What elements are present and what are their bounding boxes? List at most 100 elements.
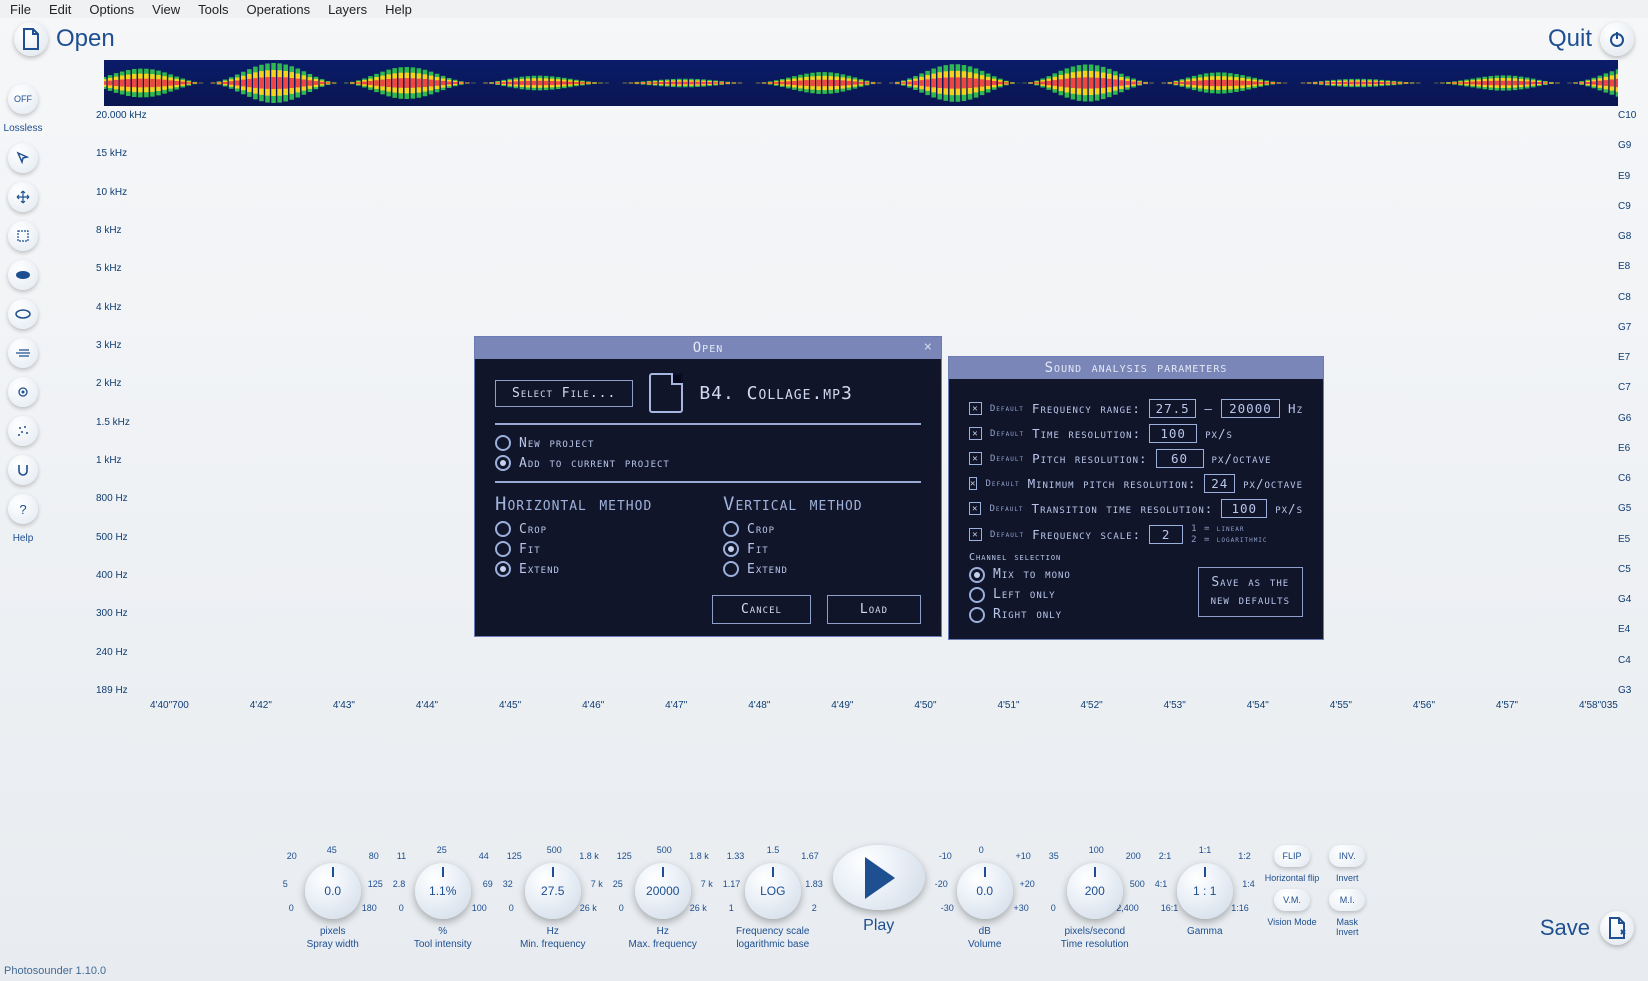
knob2-0[interactable]: -100+10 -20+20 -30+30 0.0 dBVolume <box>935 845 1035 951</box>
note-tick: G4 <box>1618 594 1646 605</box>
knob-1[interactable]: 112544 2.869 0100 1.1% %Tool intensity <box>393 845 493 951</box>
menubar[interactable]: File Edit Options View Tools Operations … <box>0 0 1648 18</box>
magnet-tool[interactable] <box>8 455 38 485</box>
gear-tool[interactable] <box>8 377 38 407</box>
close-icon[interactable]: × <box>924 339 933 355</box>
freq-scale-input[interactable]: 2 <box>1149 525 1183 544</box>
menu-options[interactable]: Options <box>89 2 134 17</box>
inv-button[interactable]: INV. <box>1329 845 1365 867</box>
note-tick: G6 <box>1618 413 1646 424</box>
horizontal-header: Horizontal method <box>495 493 693 515</box>
selected-filename: B4. Collage.mp3 <box>699 383 852 404</box>
quit-button[interactable]: Quit <box>1548 22 1634 56</box>
flip-button[interactable]: FLIP <box>1274 845 1310 867</box>
menu-operations[interactable]: Operations <box>246 2 310 17</box>
select-file-button[interactable]: Select File... <box>495 380 633 407</box>
unit-label: px/octave <box>1243 476 1303 491</box>
menu-file[interactable]: File <box>10 2 31 17</box>
harmonics-tool[interactable] <box>8 338 38 368</box>
default-check[interactable] <box>969 502 981 515</box>
note-tick: E6 <box>1618 443 1646 454</box>
time-tick: 4'54" <box>1247 700 1269 716</box>
knob-dial[interactable]: LOG <box>745 863 801 919</box>
inv-controls: INV.InvertM.I.MaskInvert <box>1329 845 1365 937</box>
v-crop[interactable]: Crop <box>723 521 921 537</box>
knob-dial[interactable]: 27.5 <box>525 863 581 919</box>
h-fit[interactable]: Fit <box>495 541 693 557</box>
menu-tools[interactable]: Tools <box>198 2 228 17</box>
knob-4[interactable]: 1.331.51.67 1.171.83 12 LOG Frequency sc… <box>723 845 823 951</box>
save-icon <box>1600 911 1634 945</box>
note-tick: G5 <box>1618 503 1646 514</box>
default-check[interactable] <box>969 477 977 490</box>
knob-2[interactable]: 1255001.8 k 327 k 026 k 27.5 HzMin. freq… <box>503 845 603 951</box>
time-tick: 4'42" <box>250 700 272 716</box>
noise-tool[interactable] <box>8 416 38 446</box>
pointer-tool[interactable] <box>8 143 38 173</box>
radio-new-project[interactable]: New project <box>495 435 921 451</box>
lossless-toggle[interactable]: OFF <box>8 84 38 114</box>
chan-mix[interactable]: Mix to mono <box>969 567 1198 583</box>
default-check[interactable] <box>969 402 982 415</box>
unit-label: px/octave <box>1212 451 1272 466</box>
load-button[interactable]: Load <box>827 595 921 624</box>
knob-label: HzMin. frequency <box>520 925 586 951</box>
cancel-button[interactable]: Cancel <box>712 595 811 624</box>
default-label: Default <box>990 454 1024 464</box>
mi-button[interactable]: M.I. <box>1329 889 1365 911</box>
waveform-overview[interactable] <box>104 60 1618 106</box>
knob-dial[interactable]: 1 : 1 <box>1177 863 1233 919</box>
h-extend[interactable]: Extend <box>495 561 693 577</box>
params-title[interactable]: Sound analysis parameters <box>949 357 1323 379</box>
menu-view[interactable]: View <box>152 2 180 17</box>
chan-right[interactable]: Right only <box>969 607 1198 623</box>
pitch-res-input[interactable]: 60 <box>1156 449 1204 468</box>
note-tick: E9 <box>1618 171 1646 182</box>
min-pitch-input[interactable]: 24 <box>1204 474 1235 493</box>
freq-max-input[interactable]: 20000 <box>1221 399 1280 418</box>
h-crop[interactable]: Crop <box>495 521 693 537</box>
default-check[interactable] <box>969 528 982 541</box>
spray-tool[interactable] <box>8 260 38 290</box>
chan-left[interactable]: Left only <box>969 587 1198 603</box>
save-defaults-button[interactable]: Save as thenew defaults <box>1198 567 1303 617</box>
knob-3[interactable]: 1255001.8 k 257 k 026 k 20000 HzMax. fre… <box>613 845 713 951</box>
time-tick: 4'43" <box>333 700 355 716</box>
open-dialog-title[interactable]: Open × <box>475 337 941 359</box>
knob-dial[interactable]: 0.0 <box>957 863 1013 919</box>
menu-help[interactable]: Help <box>385 2 412 17</box>
v-extend[interactable]: Extend <box>723 561 921 577</box>
select-tool[interactable] <box>8 221 38 251</box>
time-tick: 4'58"035 <box>1579 700 1618 716</box>
vm-button[interactable]: V.M. <box>1274 889 1310 911</box>
freq-tick: 3 kHz <box>96 340 152 351</box>
save-button[interactable]: Save <box>1540 911 1634 945</box>
knob-dial[interactable]: 0.0 <box>305 863 361 919</box>
vertical-header: Vertical method <box>723 493 921 515</box>
v-fit[interactable]: Fit <box>723 541 921 557</box>
knob-dial[interactable]: 1.1% <box>415 863 471 919</box>
knob-0[interactable]: 204580 5125 0180 0.0 pixelsSpray width <box>283 845 383 951</box>
trans-res-input[interactable]: 100 <box>1221 499 1267 518</box>
knob-dial[interactable]: 20000 <box>635 863 691 919</box>
move-tool[interactable] <box>8 182 38 212</box>
freq-min-input[interactable]: 27.5 <box>1149 399 1196 418</box>
note-tick: E4 <box>1618 624 1646 635</box>
knob-dial[interactable]: 200 <box>1067 863 1123 919</box>
radio-add-to-project[interactable]: Add to current project <box>495 455 921 471</box>
play-button[interactable]: Play <box>833 845 925 937</box>
radio-label: New project <box>519 436 594 451</box>
time-res-input[interactable]: 100 <box>1149 424 1197 443</box>
menu-edit[interactable]: Edit <box>49 2 71 17</box>
open-button[interactable]: Open <box>14 22 115 56</box>
default-check[interactable] <box>969 427 982 440</box>
menu-layers[interactable]: Layers <box>328 2 367 17</box>
lossless-label: Lossless <box>4 123 43 134</box>
brush-tool[interactable] <box>8 299 38 329</box>
knob2-1[interactable]: 35100200 500 02,400 200 pixels/secondTim… <box>1045 845 1145 951</box>
time-tick: 4'53" <box>1164 700 1186 716</box>
knob2-2[interactable]: 2:11:11:2 4:11:4 16:11:16 1 : 1 Gamma <box>1155 845 1255 938</box>
default-label: Default <box>990 530 1024 540</box>
help-tool[interactable]: ? <box>8 494 38 524</box>
default-check[interactable] <box>969 452 982 465</box>
